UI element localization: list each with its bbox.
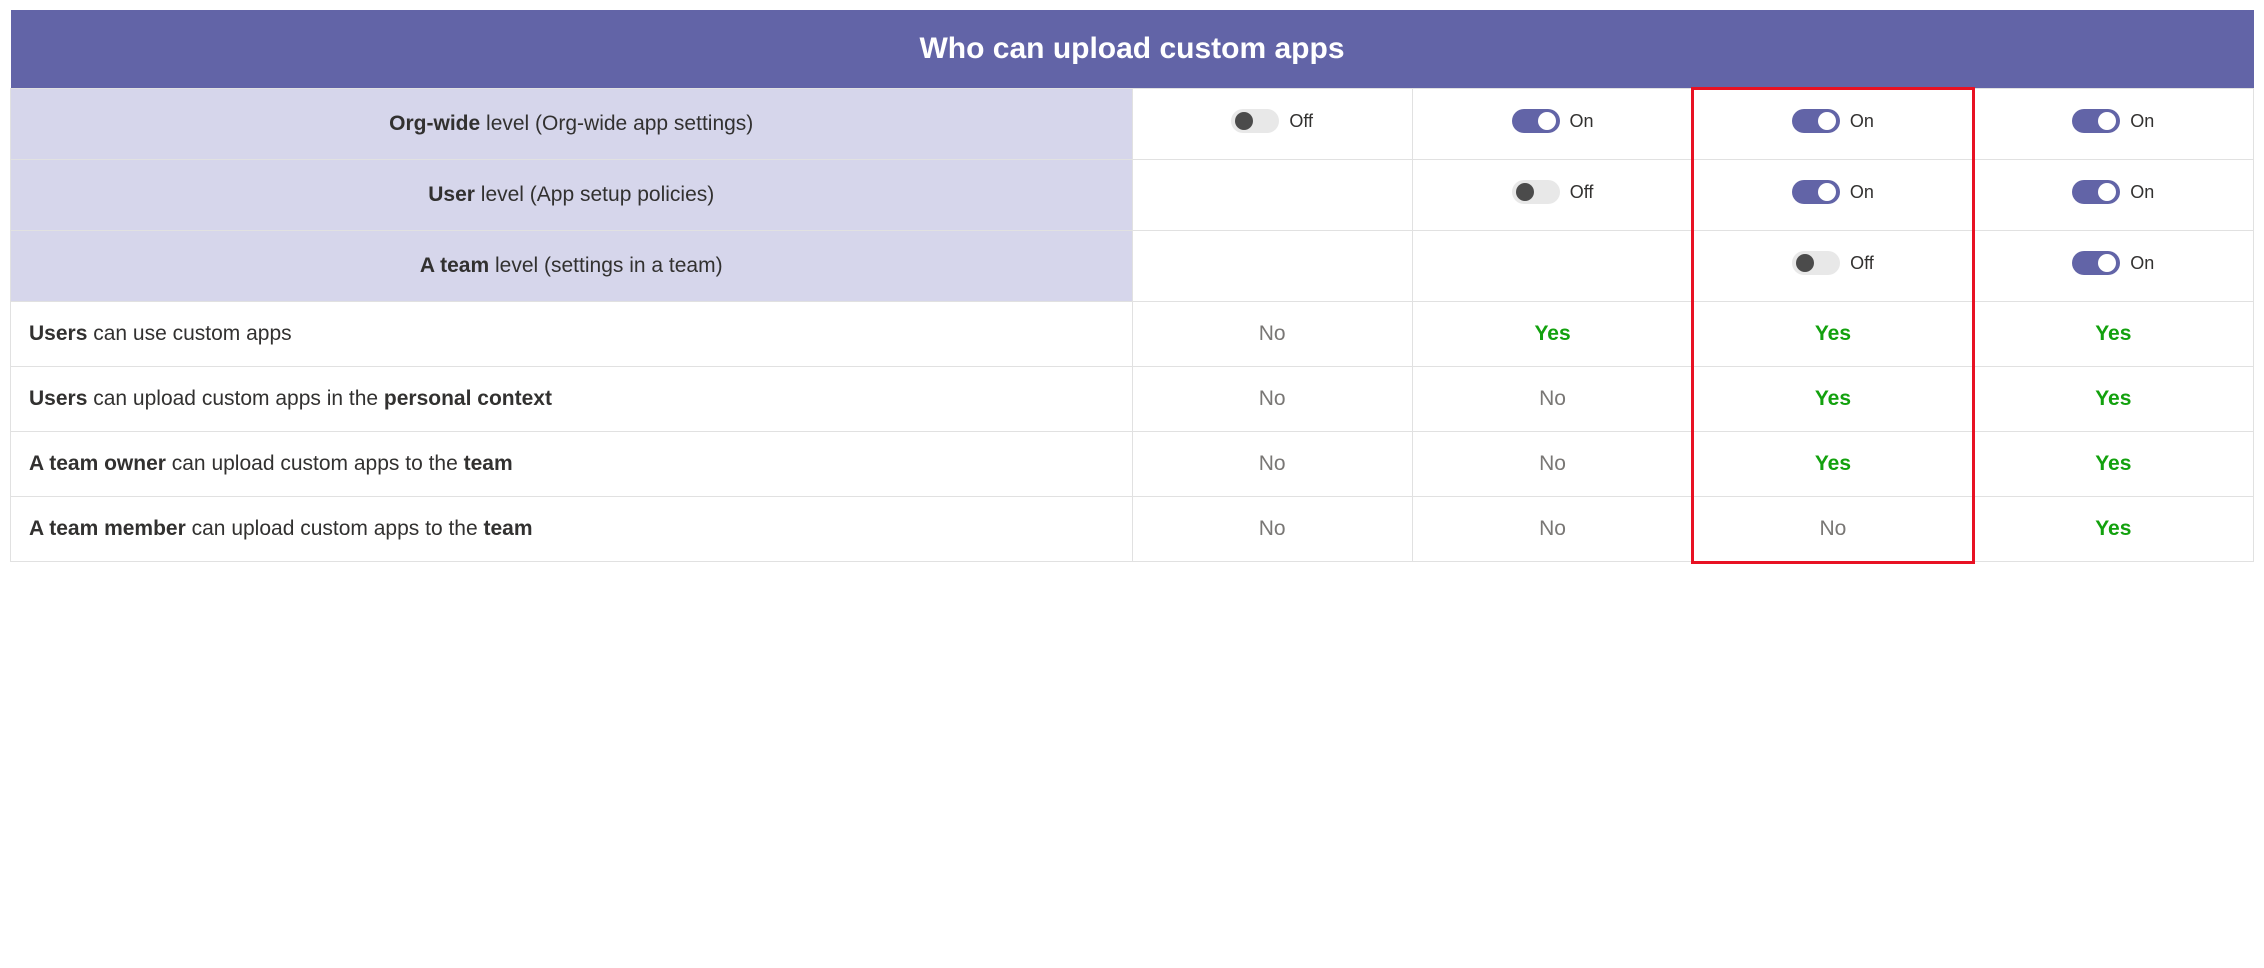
result-cell: No xyxy=(1412,367,1692,432)
toggle-label: Off xyxy=(1570,182,1594,203)
toggle-on[interactable]: On xyxy=(1792,109,1874,133)
result-value: Yes xyxy=(2095,322,2131,345)
setting-cell: On xyxy=(1973,89,2253,160)
setting-cell: On xyxy=(1693,160,1973,231)
label-bold: A team xyxy=(420,254,489,277)
setting-label: A team level (settings in a team) xyxy=(11,231,1133,302)
setting-cell xyxy=(1132,160,1412,231)
setting-row: User level (App setup policies) Off On On xyxy=(11,160,2254,231)
toggle-label: On xyxy=(1570,111,1594,132)
result-cell: No xyxy=(1412,497,1692,562)
toggle-label: On xyxy=(2130,253,2154,274)
result-value: Yes xyxy=(1534,322,1570,345)
result-value: No xyxy=(1259,387,1286,410)
result-value: Yes xyxy=(1815,452,1851,475)
setting-label: User level (App setup policies) xyxy=(11,160,1133,231)
result-value: No xyxy=(1259,452,1286,475)
toggle-label: Off xyxy=(1289,111,1313,132)
result-value: Yes xyxy=(2095,387,2131,410)
permissions-table: Who can upload custom appsOrg-wide level… xyxy=(10,10,2254,562)
result-value: Yes xyxy=(1815,387,1851,410)
result-cell: No xyxy=(1412,432,1692,497)
toggle-label: On xyxy=(1850,182,1874,203)
label-bold: A team owner xyxy=(29,452,166,475)
result-value: No xyxy=(1539,452,1566,475)
result-label: Users can use custom apps xyxy=(11,302,1133,367)
setting-cell: On xyxy=(1412,89,1692,160)
result-value: Yes xyxy=(2095,517,2131,540)
result-value: Yes xyxy=(1815,322,1851,345)
label-bold: Users xyxy=(29,322,87,345)
toggle-on[interactable]: On xyxy=(2072,109,2154,133)
result-cell: No xyxy=(1132,497,1412,562)
label-text: can upload custom apps to the xyxy=(186,517,484,540)
result-value: No xyxy=(1259,517,1286,540)
table-wrap: Who can upload custom appsOrg-wide level… xyxy=(10,10,2254,562)
setting-cell xyxy=(1412,231,1692,302)
setting-cell: On xyxy=(1693,89,1973,160)
result-row: Users can use custom apps No Yes Yes Yes xyxy=(11,302,2254,367)
toggle-off[interactable]: Off xyxy=(1512,180,1594,204)
toggle-label: Off xyxy=(1850,253,1874,274)
result-value: No xyxy=(1539,517,1566,540)
toggle-label: On xyxy=(1850,111,1874,132)
result-value: No xyxy=(1820,517,1847,540)
result-value: No xyxy=(1259,322,1286,345)
toggle-on[interactable]: On xyxy=(1792,180,1874,204)
label-bold: team xyxy=(484,517,533,540)
label-rest: level (Org-wide app settings) xyxy=(480,112,753,135)
result-cell: Yes xyxy=(1973,497,2253,562)
result-label: A team member can upload custom apps to … xyxy=(11,497,1133,562)
toggle-label: On xyxy=(2130,182,2154,203)
label-rest: level (App setup policies) xyxy=(475,183,714,206)
setting-cell xyxy=(1132,231,1412,302)
setting-cell: On xyxy=(1973,231,2253,302)
result-cell: Yes xyxy=(1973,367,2253,432)
result-cell: Yes xyxy=(1973,302,2253,367)
toggle-off[interactable]: Off xyxy=(1231,109,1313,133)
label-bold: Org-wide xyxy=(389,112,480,135)
setting-cell: Off xyxy=(1693,231,1973,302)
result-label: A team owner can upload custom apps to t… xyxy=(11,432,1133,497)
toggle-on[interactable]: On xyxy=(2072,180,2154,204)
toggle-on[interactable]: On xyxy=(2072,251,2154,275)
label-text: can upload custom apps to the xyxy=(166,452,464,475)
toggle-on[interactable]: On xyxy=(1512,109,1594,133)
setting-cell: Off xyxy=(1412,160,1692,231)
setting-row: Org-wide level (Org-wide app settings) Of… xyxy=(11,89,2254,160)
result-cell: No xyxy=(1132,302,1412,367)
setting-cell: On xyxy=(1973,160,2253,231)
result-row: Users can upload custom apps in the pers… xyxy=(11,367,2254,432)
result-cell: Yes xyxy=(1412,302,1692,367)
label-bold: A team member xyxy=(29,517,186,540)
toggle-off[interactable]: Off xyxy=(1792,251,1874,275)
table-title: Who can upload custom apps xyxy=(11,10,2254,89)
setting-label: Org-wide level (Org-wide app settings) xyxy=(11,89,1133,160)
toggle-label: On xyxy=(2130,111,2154,132)
result-cell: Yes xyxy=(1693,432,1973,497)
label-text: can use custom apps xyxy=(87,322,291,345)
result-cell: Yes xyxy=(1693,367,1973,432)
result-cell: Yes xyxy=(1693,302,1973,367)
result-cell: No xyxy=(1693,497,1973,562)
result-cell: Yes xyxy=(1973,432,2253,497)
result-cell: No xyxy=(1132,432,1412,497)
result-row: A team owner can upload custom apps to t… xyxy=(11,432,2254,497)
result-cell: No xyxy=(1132,367,1412,432)
label-bold: Users xyxy=(29,387,87,410)
label-rest: level (settings in a team) xyxy=(489,254,722,277)
result-row: A team member can upload custom apps to … xyxy=(11,497,2254,562)
label-bold: team xyxy=(464,452,513,475)
label-bold: personal context xyxy=(384,387,552,410)
label-bold: User xyxy=(428,183,475,206)
result-label: Users can upload custom apps in the pers… xyxy=(11,367,1133,432)
setting-row: A team level (settings in a team) Off On xyxy=(11,231,2254,302)
result-value: Yes xyxy=(2095,452,2131,475)
result-value: No xyxy=(1539,387,1566,410)
label-text: can upload custom apps in the xyxy=(87,387,384,410)
setting-cell: Off xyxy=(1132,89,1412,160)
